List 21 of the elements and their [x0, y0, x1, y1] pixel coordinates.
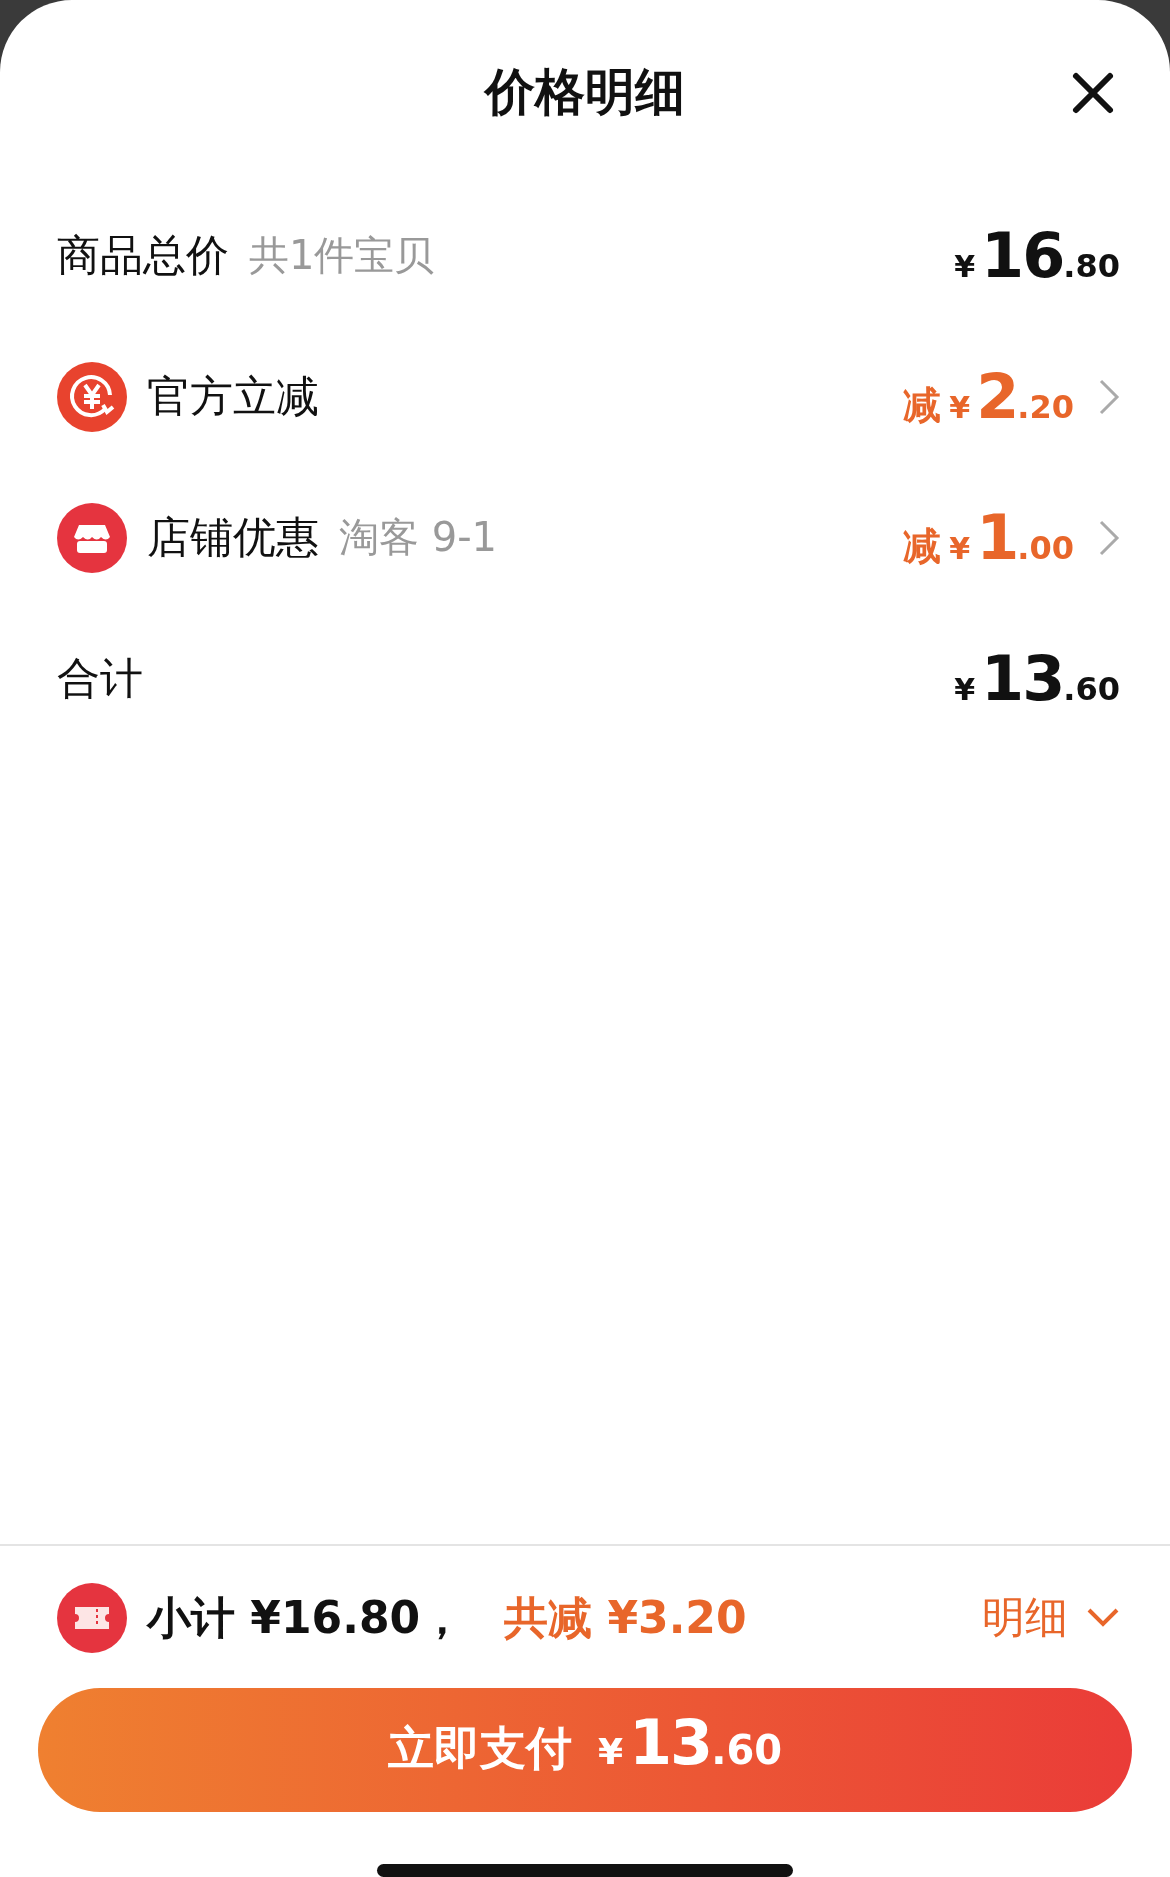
row-note: 共1件宝贝	[249, 231, 435, 280]
yen-refund-icon	[57, 361, 127, 432]
price: 减 ¥1.00	[903, 501, 1074, 574]
pay-button[interactable]: 立即支付 ¥13.60	[38, 1688, 1132, 1812]
row-label: 官方立减	[147, 369, 319, 423]
price: 减 ¥2.20	[903, 360, 1074, 433]
details-toggle[interactable]: 明细	[982, 1589, 1120, 1647]
saving-text: 共减 ¥3.20	[504, 1590, 748, 1645]
sheet-title: 价格明细	[485, 62, 685, 123]
row-label: 商品总价	[57, 228, 229, 282]
price: ¥13.60	[954, 642, 1120, 715]
subtotal-text: 小计 ¥16.80，	[147, 1590, 465, 1645]
chevron-right-icon[interactable]	[1098, 377, 1120, 416]
row-note: 淘客 9-1	[339, 513, 498, 562]
row-label: 店铺优惠	[147, 510, 319, 564]
price: ¥16.80	[954, 219, 1120, 292]
chevron-right-icon[interactable]	[1098, 518, 1120, 557]
chevron-down-icon	[1086, 1607, 1120, 1629]
row-label: 合计	[57, 651, 143, 705]
ticket-icon	[57, 1583, 127, 1653]
shop-icon	[57, 502, 127, 573]
